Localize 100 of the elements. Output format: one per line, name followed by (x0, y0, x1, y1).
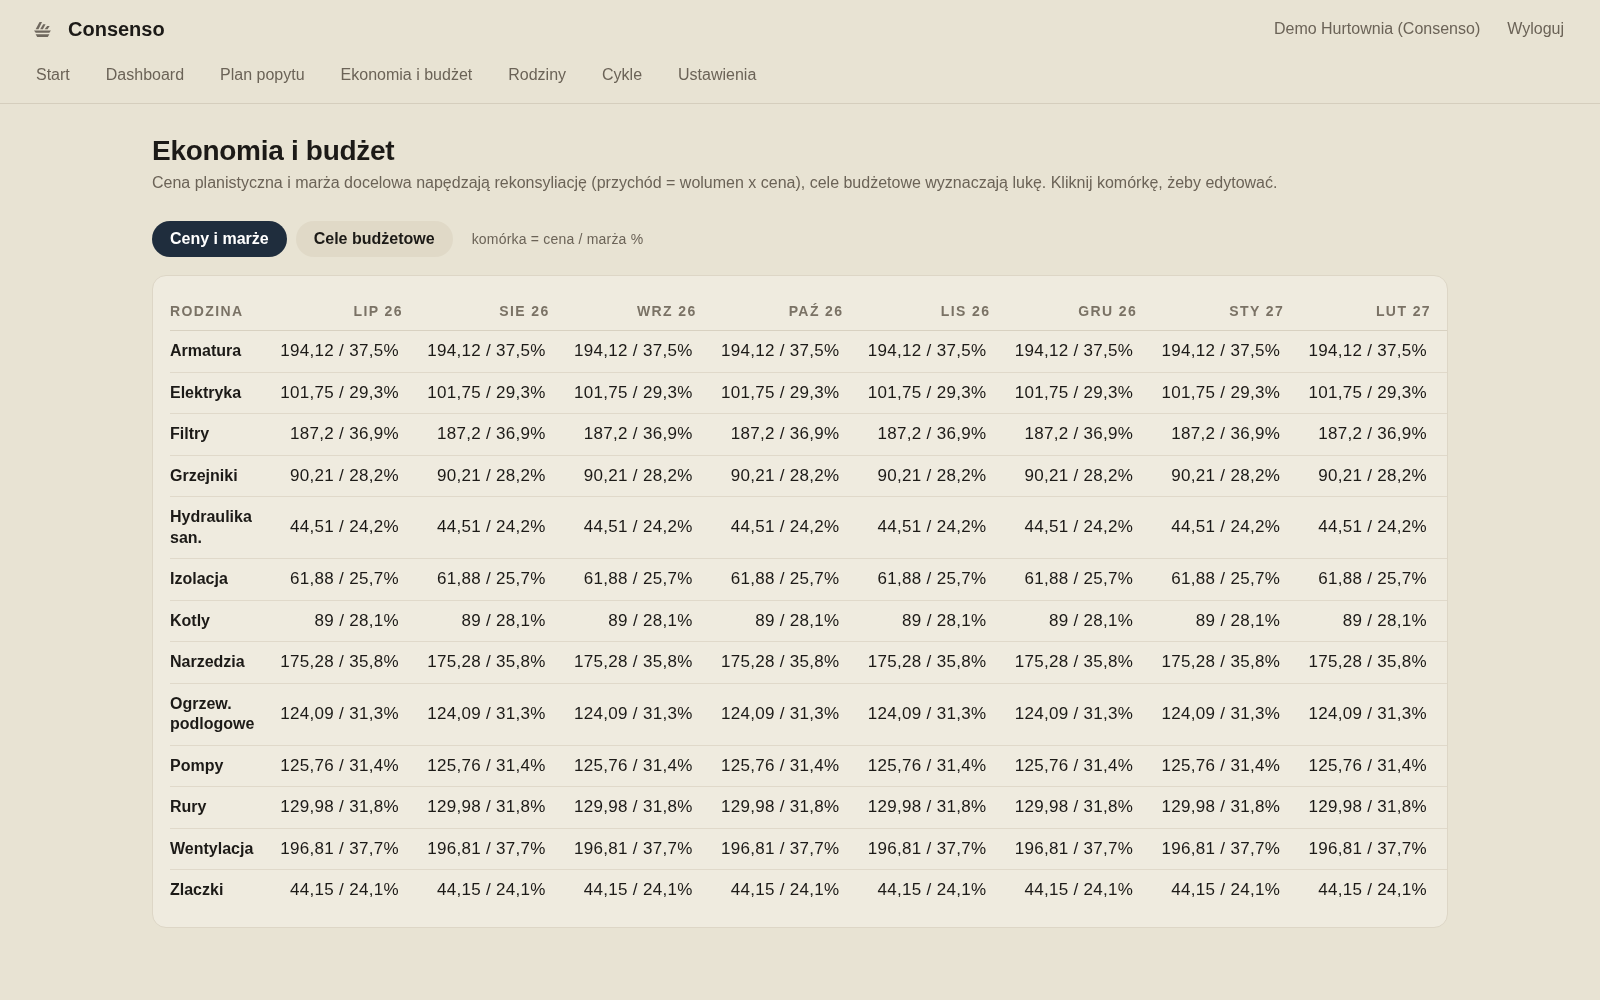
price-margin-cell[interactable]: 187,2 / 36,9% (272, 413, 419, 455)
price-margin-cell[interactable]: 61,88 / 25,7% (272, 558, 419, 600)
brand-name[interactable]: Consenso (68, 17, 165, 41)
price-margin-cell[interactable]: 124,09 / 31,3% (712, 683, 860, 745)
price-margin-cell[interactable]: 44,51 / 24,2% (1153, 496, 1301, 559)
price-margin-cell[interactable]: 194,12 / 37,5% (418, 330, 566, 372)
price-margin-cell[interactable]: 44,15 / 24,1% (1153, 869, 1301, 911)
price-margin-cell[interactable]: 129,98 / 31,8% (565, 786, 713, 828)
nav-link[interactable]: Plan popytu (220, 66, 305, 84)
price-margin-cell[interactable]: 89 / 28,1% (272, 600, 419, 642)
price-margin-cell[interactable]: 129,98 / 31,8% (272, 786, 419, 828)
price-margin-cell[interactable]: 44,51 / 24,2% (565, 496, 713, 559)
price-margin-cell[interactable]: 125,76 / 31,4% (1153, 745, 1301, 787)
price-margin-cell[interactable]: 124,09 / 31,3% (272, 683, 419, 745)
price-margin-cell[interactable]: 89 / 28,1% (859, 600, 1007, 642)
price-margin-cell[interactable]: 194,12 / 37,5% (272, 330, 419, 372)
price-margin-cell[interactable]: 175,28 / 35,8% (1006, 641, 1154, 683)
price-margin-cell[interactable]: 196,81 / 37,7% (1300, 828, 1447, 870)
price-margin-cell[interactable]: 187,2 / 36,9% (418, 413, 566, 455)
price-margin-cell[interactable]: 125,76 / 31,4% (859, 745, 1007, 787)
price-margin-cell[interactable]: 101,75 / 29,3% (1006, 372, 1154, 414)
price-margin-cell[interactable]: 89 / 28,1% (1006, 600, 1154, 642)
price-margin-cell[interactable]: 89 / 28,1% (565, 600, 713, 642)
price-margin-cell[interactable]: 187,2 / 36,9% (1153, 413, 1301, 455)
price-margin-cell[interactable]: 90,21 / 28,2% (1006, 455, 1154, 497)
price-margin-cell[interactable]: 196,81 / 37,7% (418, 828, 566, 870)
price-margin-cell[interactable]: 196,81 / 37,7% (859, 828, 1007, 870)
price-margin-cell[interactable]: 90,21 / 28,2% (712, 455, 860, 497)
price-margin-cell[interactable]: 61,88 / 25,7% (1006, 558, 1154, 600)
price-margin-cell[interactable]: 194,12 / 37,5% (565, 330, 713, 372)
price-margin-cell[interactable]: 44,51 / 24,2% (712, 496, 860, 559)
price-margin-cell[interactable]: 61,88 / 25,7% (418, 558, 566, 600)
price-margin-cell[interactable]: 187,2 / 36,9% (565, 413, 713, 455)
price-margin-cell[interactable]: 187,2 / 36,9% (712, 413, 860, 455)
price-margin-cell[interactable]: 44,15 / 24,1% (418, 869, 566, 911)
price-margin-cell[interactable]: 187,2 / 36,9% (1300, 413, 1447, 455)
nav-link[interactable]: Dashboard (105, 66, 185, 84)
price-margin-cell[interactable]: 125,76 / 31,4% (1300, 745, 1447, 787)
price-margin-cell[interactable]: 124,09 / 31,3% (1153, 683, 1301, 745)
price-margin-cell[interactable]: 175,28 / 35,8% (1153, 641, 1301, 683)
price-margin-cell[interactable]: 90,21 / 28,2% (859, 455, 1007, 497)
price-margin-cell[interactable]: 44,51 / 24,2% (272, 496, 419, 559)
price-margin-cell[interactable]: 175,28 / 35,8% (418, 641, 566, 683)
price-margin-cell[interactable]: 61,88 / 25,7% (1153, 558, 1301, 600)
price-margin-cell[interactable]: 90,21 / 28,2% (272, 455, 419, 497)
price-margin-cell[interactable]: 129,98 / 31,8% (1300, 786, 1447, 828)
price-margin-cell[interactable]: 124,09 / 31,3% (565, 683, 713, 745)
price-margin-cell[interactable]: 44,51 / 24,2% (1300, 496, 1447, 559)
price-margin-cell[interactable]: 175,28 / 35,8% (1300, 641, 1447, 683)
price-margin-cell[interactable]: 124,09 / 31,3% (1006, 683, 1154, 745)
price-margin-cell[interactable]: 61,88 / 25,7% (712, 558, 860, 600)
price-margin-cell[interactable]: 129,98 / 31,8% (859, 786, 1007, 828)
price-margin-cell[interactable]: 175,28 / 35,8% (712, 641, 860, 683)
price-margin-cell[interactable]: 129,98 / 31,8% (418, 786, 566, 828)
price-margin-cell[interactable]: 90,21 / 28,2% (1300, 455, 1447, 497)
price-margin-cell[interactable]: 90,21 / 28,2% (565, 455, 713, 497)
nav-link[interactable]: Cykle (602, 66, 643, 84)
price-margin-cell[interactable]: 89 / 28,1% (1153, 600, 1301, 642)
price-margin-cell[interactable]: 89 / 28,1% (712, 600, 860, 642)
price-margin-cell[interactable]: 125,76 / 31,4% (418, 745, 566, 787)
price-margin-cell[interactable]: 61,88 / 25,7% (1300, 558, 1447, 600)
price-margin-cell[interactable]: 61,88 / 25,7% (859, 558, 1007, 600)
price-margin-cell[interactable]: 196,81 / 37,7% (1153, 828, 1301, 870)
nav-link[interactable]: Ekonomia i budżet (340, 66, 473, 84)
price-margin-cell[interactable]: 124,09 / 31,3% (418, 683, 566, 745)
price-margin-cell[interactable]: 125,76 / 31,4% (272, 745, 419, 787)
price-margin-cell[interactable]: 101,75 / 29,3% (272, 372, 419, 414)
price-margin-cell[interactable]: 194,12 / 37,5% (1300, 330, 1447, 372)
price-margin-cell[interactable]: 196,81 / 37,7% (1006, 828, 1154, 870)
nav-link[interactable]: Ustawienia (678, 66, 757, 84)
nav-link[interactable]: Start (36, 66, 70, 84)
price-margin-cell[interactable]: 89 / 28,1% (418, 600, 566, 642)
price-margin-cell[interactable]: 90,21 / 28,2% (418, 455, 566, 497)
price-margin-cell[interactable]: 44,15 / 24,1% (1006, 869, 1154, 911)
price-margin-cell[interactable]: 44,15 / 24,1% (272, 869, 419, 911)
price-margin-cell[interactable]: 101,75 / 29,3% (418, 372, 566, 414)
price-margin-cell[interactable]: 44,15 / 24,1% (565, 869, 713, 911)
price-margin-cell[interactable]: 196,81 / 37,7% (272, 828, 419, 870)
price-margin-cell[interactable]: 194,12 / 37,5% (859, 330, 1007, 372)
price-margin-cell[interactable]: 196,81 / 37,7% (565, 828, 713, 870)
price-margin-cell[interactable]: 175,28 / 35,8% (565, 641, 713, 683)
tab[interactable]: Ceny i marże (152, 221, 287, 257)
price-margin-cell[interactable]: 129,98 / 31,8% (712, 786, 860, 828)
price-margin-cell[interactable]: 187,2 / 36,9% (859, 413, 1007, 455)
price-margin-cell[interactable]: 44,15 / 24,1% (1300, 869, 1447, 911)
price-margin-cell[interactable]: 187,2 / 36,9% (1006, 413, 1154, 455)
price-margin-cell[interactable]: 175,28 / 35,8% (859, 641, 1007, 683)
price-margin-cell[interactable]: 125,76 / 31,4% (1006, 745, 1154, 787)
price-margin-cell[interactable]: 61,88 / 25,7% (565, 558, 713, 600)
price-margin-cell[interactable]: 90,21 / 28,2% (1153, 455, 1301, 497)
price-margin-cell[interactable]: 101,75 / 29,3% (565, 372, 713, 414)
tab[interactable]: Cele budżetowe (295, 221, 453, 257)
price-margin-cell[interactable]: 196,81 / 37,7% (712, 828, 860, 870)
price-margin-cell[interactable]: 194,12 / 37,5% (1153, 330, 1301, 372)
price-margin-cell[interactable]: 124,09 / 31,3% (859, 683, 1007, 745)
price-margin-cell[interactable]: 175,28 / 35,8% (272, 641, 419, 683)
price-margin-cell[interactable]: 125,76 / 31,4% (712, 745, 860, 787)
price-margin-cell[interactable]: 194,12 / 37,5% (1006, 330, 1154, 372)
price-margin-cell[interactable]: 44,15 / 24,1% (712, 869, 860, 911)
price-margin-cell[interactable]: 129,98 / 31,8% (1153, 786, 1301, 828)
